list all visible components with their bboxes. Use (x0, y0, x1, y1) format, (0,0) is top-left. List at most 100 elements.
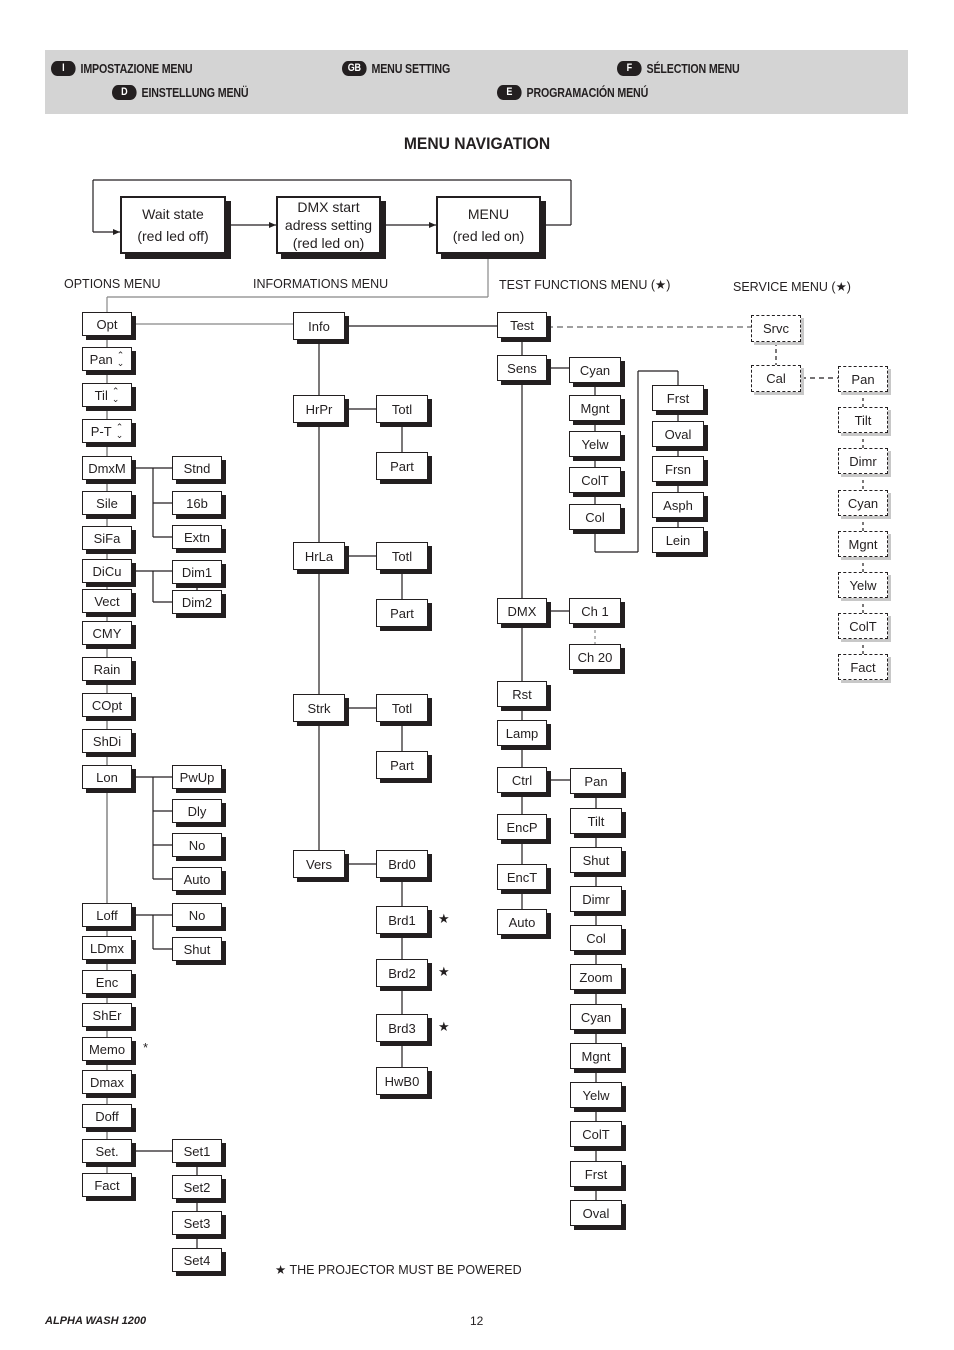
info-item-hrpr[interactable]: HrPr (293, 395, 345, 423)
options-item-dicu[interactable]: DiCu (82, 559, 132, 583)
options-item-fact[interactable]: Fact (82, 1173, 132, 1197)
options-lon-sub-auto[interactable]: Auto (172, 867, 222, 891)
options-item-sile[interactable]: Sile (82, 491, 132, 515)
options-item-shdi[interactable]: ShDi (82, 729, 132, 753)
test-item-encp[interactable]: EncP (497, 814, 547, 840)
info-strk-sub-totl[interactable]: Totl (376, 694, 428, 722)
options-lon-sub-no[interactable]: No (172, 833, 222, 857)
info-hrla-sub-part[interactable]: Part (376, 599, 428, 627)
options-dmxm-sub-16b[interactable]: 16b (172, 491, 222, 515)
test-item-enct[interactable]: EncT (497, 864, 547, 890)
info-hrpr-sub-part[interactable]: Part (376, 452, 428, 480)
service-cal-sub-dimr[interactable]: Dimr (838, 448, 888, 474)
options-item-cmy[interactable]: CMY (82, 621, 132, 645)
options-item-copt[interactable]: COpt (82, 693, 132, 717)
options-lon-sub-dly[interactable]: Dly (172, 799, 222, 823)
options-item-dmxm[interactable]: DmxM (82, 456, 132, 480)
options-item-memo[interactable]: Memo (82, 1037, 132, 1061)
service-cal-sub-mgnt[interactable]: Mgnt (838, 531, 888, 557)
test-item-auto[interactable]: Auto (497, 909, 547, 935)
test-sens-sub-oval[interactable]: Oval (652, 421, 704, 447)
options-loff-sub-shut[interactable]: Shut (172, 937, 222, 961)
service-item-cal[interactable]: Cal (751, 365, 801, 392)
info-root[interactable]: Info (293, 312, 345, 340)
options-lon-sub-pwup[interactable]: PwUp (172, 765, 222, 789)
options-dicu-sub-dim2[interactable]: Dim2 (172, 590, 222, 614)
test-ctrl-sub-frst[interactable]: Frst (570, 1161, 622, 1187)
options-item-set[interactable]: Set. (82, 1139, 132, 1163)
info-vers-sub-hwb0[interactable]: HwB0 (376, 1067, 428, 1095)
test-sens-sub-frsn[interactable]: Frsn (652, 456, 704, 482)
test-sens-sub-asph[interactable]: Asph (652, 492, 704, 518)
test-ctrl-sub-cyan[interactable]: Cyan (570, 1004, 622, 1030)
options-dmxm-sub-extn[interactable]: Extn (172, 525, 222, 549)
test-item-lamp[interactable]: Lamp (497, 720, 547, 746)
options-item-pan[interactable]: Pan ⌃ ⌄ (82, 347, 132, 371)
info-vers-sub-brd1[interactable]: Brd1 (376, 906, 428, 934)
options-set-sub-set4[interactable]: Set4 (172, 1248, 222, 1272)
menu-box[interactable]: MENU (red led on) (436, 196, 541, 254)
test-sens-sub-mgnt[interactable]: Mgnt (569, 395, 621, 421)
dmx-start-address-box[interactable]: DMX start adress setting (red led on) (276, 196, 381, 254)
options-set-sub-set1[interactable]: Set1 (172, 1139, 222, 1163)
info-strk-sub-part[interactable]: Part (376, 751, 428, 779)
test-ctrl-sub-col[interactable]: Col (570, 925, 622, 951)
options-item-til[interactable]: Til ⌃ ⌄ (82, 383, 132, 407)
test-item-sens[interactable]: Sens (497, 355, 547, 381)
service-root-srvc[interactable]: Srvc (751, 315, 801, 342)
test-ctrl-sub-colt[interactable]: ColT (570, 1121, 622, 1147)
options-item-lon[interactable]: Lon (82, 765, 132, 789)
test-sens-sub-frst[interactable]: Frst (652, 385, 704, 411)
test-sens-sub-lein[interactable]: Lein (652, 527, 704, 553)
service-cal-sub-cyan[interactable]: Cyan (838, 490, 888, 516)
options-item-doff[interactable]: Doff (82, 1104, 132, 1128)
info-item-strk[interactable]: Strk (293, 694, 345, 722)
test-item-dmx[interactable]: DMX (497, 598, 547, 624)
test-dmx-sub-ch1[interactable]: Ch 1 (569, 598, 621, 624)
options-item-loff[interactable]: Loff (82, 903, 132, 927)
service-cal-sub-tilt[interactable]: Tilt (838, 407, 888, 433)
test-sens-sub-yelw[interactable]: Yelw (569, 431, 621, 457)
options-item-rain[interactable]: Rain (82, 657, 132, 681)
service-cal-sub-fact[interactable]: Fact (838, 654, 888, 680)
test-sens-sub-cyan[interactable]: Cyan (569, 357, 621, 383)
info-hrla-sub-totl[interactable]: Totl (376, 542, 428, 570)
wait-state-box[interactable]: Wait state (red led off) (120, 196, 226, 254)
options-dmxm-sub-stnd[interactable]: Stnd (172, 456, 222, 480)
test-ctrl-sub-oval[interactable]: Oval (570, 1200, 622, 1226)
options-item-enc[interactable]: Enc (82, 970, 132, 994)
options-set-sub-set2[interactable]: Set2 (172, 1175, 222, 1199)
test-item-ctrl[interactable]: Ctrl (497, 767, 547, 793)
test-ctrl-sub-shut[interactable]: Shut (570, 847, 622, 873)
test-ctrl-sub-tilt[interactable]: Tilt (570, 808, 622, 834)
options-loff-sub-no[interactable]: No (172, 903, 222, 927)
test-sens-sub-col[interactable]: Col (569, 504, 621, 530)
test-ctrl-sub-mgnt[interactable]: Mgnt (570, 1043, 622, 1069)
info-item-vers[interactable]: Vers (293, 850, 345, 878)
info-hrpr-sub-totl[interactable]: Totl (376, 395, 428, 423)
options-root-opt[interactable]: Opt (82, 312, 132, 336)
service-cal-sub-pan[interactable]: Pan (838, 366, 888, 392)
info-vers-sub-brd0[interactable]: Brd0 (376, 850, 428, 878)
options-item-ldmx[interactable]: LDmx (82, 936, 132, 960)
options-item-dmax[interactable]: Dmax (82, 1070, 132, 1094)
test-ctrl-sub-pan[interactable]: Pan (570, 768, 622, 794)
options-item-p-t[interactable]: P-T ⌃ ⌄ (82, 419, 132, 443)
info-vers-sub-brd2[interactable]: Brd2 (376, 959, 428, 987)
test-item-rst[interactable]: Rst (497, 681, 547, 707)
test-ctrl-sub-yelw[interactable]: Yelw (570, 1082, 622, 1108)
info-vers-sub-brd3[interactable]: Brd3 (376, 1014, 428, 1042)
service-cal-sub-yelw[interactable]: Yelw (838, 572, 888, 598)
options-item-sifa[interactable]: SiFa (82, 526, 132, 550)
options-item-sher[interactable]: ShEr (82, 1003, 132, 1027)
test-dmx-sub-ch20[interactable]: Ch 20 (569, 644, 621, 670)
options-set-sub-set3[interactable]: Set3 (172, 1211, 222, 1235)
test-ctrl-sub-dimr[interactable]: Dimr (570, 886, 622, 912)
test-root[interactable]: Test (497, 312, 547, 338)
options-item-vect[interactable]: Vect (82, 589, 132, 613)
options-dicu-sub-dim1[interactable]: Dim1 (172, 560, 222, 584)
test-sens-sub-colt[interactable]: ColT (569, 467, 621, 493)
service-cal-sub-colt[interactable]: ColT (838, 613, 888, 639)
info-item-hrla[interactable]: HrLa (293, 542, 345, 570)
test-ctrl-sub-zoom[interactable]: Zoom (570, 964, 622, 990)
